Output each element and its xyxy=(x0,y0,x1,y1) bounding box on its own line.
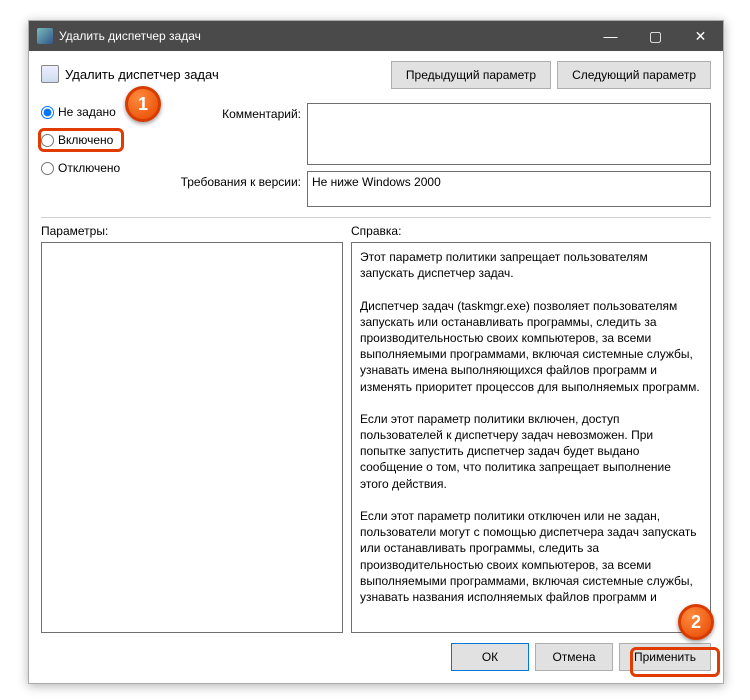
previous-setting-button[interactable]: Предыдущий параметр xyxy=(391,61,551,89)
ok-button[interactable]: ОК xyxy=(451,643,529,671)
window-title: Удалить диспетчер задач xyxy=(59,29,588,43)
comment-textarea[interactable] xyxy=(307,103,711,165)
divider xyxy=(41,217,711,218)
radio-disabled-input[interactable] xyxy=(41,162,54,175)
window-controls: — ▢ ✕ xyxy=(588,21,723,51)
policy-name: Удалить диспетчер задач xyxy=(65,67,219,82)
close-button[interactable]: ✕ xyxy=(678,21,723,51)
policy-icon xyxy=(41,65,59,83)
radio-not-configured-input[interactable] xyxy=(41,106,54,119)
radio-enabled-input[interactable] xyxy=(41,134,54,147)
maximize-button[interactable]: ▢ xyxy=(633,21,678,51)
titlebar: Удалить диспетчер задач — ▢ ✕ xyxy=(29,21,723,51)
radio-disabled-label: Отключено xyxy=(58,161,120,175)
app-icon xyxy=(37,28,53,44)
params-label: Параметры: xyxy=(41,224,351,238)
radio-enabled-label: Включено xyxy=(58,133,113,147)
next-setting-button[interactable]: Следующий параметр xyxy=(557,61,711,89)
radio-enabled[interactable]: Включено xyxy=(41,133,161,147)
version-value: Не ниже Windows 2000 xyxy=(312,175,441,189)
version-box: Не ниже Windows 2000 xyxy=(307,171,711,207)
apply-button[interactable]: Применить xyxy=(619,643,711,671)
radio-not-configured-label: Не задано xyxy=(58,105,116,119)
radio-disabled[interactable]: Отключено xyxy=(41,161,161,175)
policy-editor-window: Удалить диспетчер задач — ▢ ✕ Удалить ди… xyxy=(28,20,724,684)
minimize-button[interactable]: — xyxy=(588,21,633,51)
cancel-button[interactable]: Отмена xyxy=(535,643,613,671)
help-panel[interactable]: Этот параметр политики запрещает пользов… xyxy=(351,242,711,633)
parameters-panel xyxy=(41,242,343,633)
content-area: Удалить диспетчер задач Предыдущий парам… xyxy=(29,51,723,683)
policy-title-row: Удалить диспетчер задач xyxy=(41,61,391,83)
help-label: Справка: xyxy=(351,224,401,238)
version-label: Требования к версии: xyxy=(161,171,301,189)
callout-2: 2 xyxy=(678,604,714,640)
callout-1: 1 xyxy=(125,86,161,122)
comment-label: Комментарий: xyxy=(161,103,301,121)
